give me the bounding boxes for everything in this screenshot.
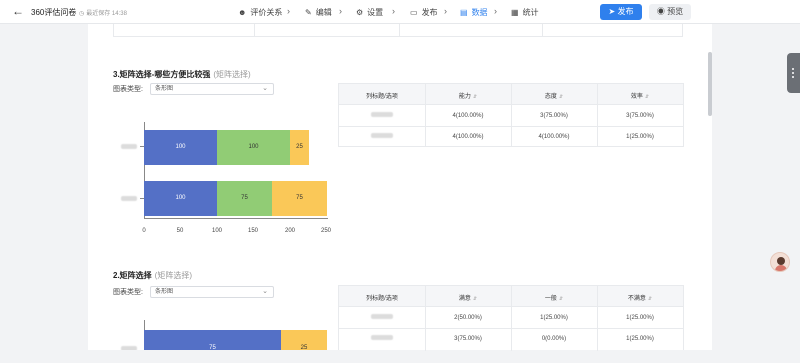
step-publish[interactable]: ▭ 发布 <box>410 7 438 18</box>
x-axis <box>144 218 328 219</box>
x-tick-label: 200 <box>284 228 296 234</box>
x-tick-label: 0 <box>142 228 146 234</box>
scrollbar-thumb[interactable] <box>708 52 712 116</box>
row-label-blurred <box>339 112 425 118</box>
row-label-blurred <box>121 196 137 201</box>
survey-title: 360评估问卷 <box>31 8 77 17</box>
sort-icon: ⇵ <box>472 94 478 100</box>
support-avatar[interactable] <box>770 252 790 272</box>
table-cell: 4(100.00%) <box>538 134 570 140</box>
side-menu-tab[interactable] <box>787 53 800 93</box>
x-tick-label: 250 <box>320 228 332 234</box>
column-header-sortable[interactable]: 效率 ⇵ <box>597 91 683 100</box>
last-saved: ◷ 最近保存 14:38 <box>79 11 127 17</box>
step-stats[interactable]: ▦ 统计 <box>511 7 539 18</box>
bar-segment: 75 <box>272 181 327 216</box>
clock-icon: ◷ <box>79 11 85 17</box>
publish-button[interactable]: ➤ 发布 <box>600 4 642 20</box>
top-bar: ← 360评估问卷 ◷ 最近保存 14:38 ☻ 评价关系 › ✎ 编辑 › ⚙ 设置 … <box>0 0 800 24</box>
row-label-blurred <box>339 314 425 320</box>
bar-segment: 100 <box>144 130 217 165</box>
bar-chart: 75 25 <box>113 318 338 350</box>
chart-type-select[interactable]: 条形图 ⌄ <box>150 83 274 95</box>
bar-segment: 75 <box>144 330 281 350</box>
x-tick-label: 50 <box>176 228 184 234</box>
table-cell: 3(75.00%) <box>540 113 568 119</box>
row-label-blurred <box>121 144 137 149</box>
sort-icon: ⇵ <box>644 94 650 100</box>
sort-icon: ⇵ <box>472 296 478 302</box>
column-header-sortable[interactable]: 态度 ⇵ <box>511 91 597 100</box>
column-header-sortable[interactable]: 满意 ⇵ <box>425 293 511 302</box>
chevron-right-icon: › <box>339 6 342 16</box>
user-icon: ☻ <box>238 8 247 17</box>
table-cell: 4(100.00%) <box>452 134 484 140</box>
row-label-blurred <box>121 346 137 350</box>
x-tick-label: 150 <box>247 228 259 234</box>
table-cell: 4(100.00%) <box>452 113 484 119</box>
table-cell: 3(75.00%) <box>626 113 654 119</box>
table-cell: 1(25.00%) <box>626 134 654 140</box>
sort-icon: ⇵ <box>558 94 564 100</box>
sort-icon: ⇵ <box>558 296 564 302</box>
chevron-right-icon: › <box>392 6 395 16</box>
table-cell: 1(25.00%) <box>626 336 654 342</box>
bar-segment: 100 <box>144 181 217 216</box>
row-label-blurred <box>339 133 425 139</box>
bar-segment: 25 <box>290 130 309 165</box>
more-icon <box>792 68 794 70</box>
chart-type-label: 图表类型: <box>113 289 143 296</box>
step-settings[interactable]: ⚙ 设置 <box>356 7 383 18</box>
bar-segment: 25 <box>281 330 327 350</box>
column-header-sortable[interactable]: 能力 ⇵ <box>425 91 511 100</box>
column-header: 列标题/选项 <box>366 94 398 100</box>
result-table: 列标题/选项 能力 ⇵ 态度 ⇵ 效率 ⇵ 4(100.00%) 3(75.00%) … <box>338 83 684 147</box>
bar-chart: 100 100 25 100 75 75 0 50 100 150 200 25… <box>113 100 338 240</box>
chevron-right-icon: › <box>287 6 290 16</box>
chevron-right-icon: › <box>494 6 497 16</box>
eye-icon: ◉ <box>656 7 665 16</box>
column-header: 列标题/选项 <box>366 296 398 302</box>
question-title: 2.矩阵选择 (矩阵选择) <box>113 271 192 280</box>
step-relations[interactable]: ☻ 评价关系 <box>238 7 282 18</box>
step-edit[interactable]: ✎ 编辑 <box>305 7 332 18</box>
file-icon: ▭ <box>410 8 418 17</box>
back-arrow-icon[interactable]: ← <box>12 4 24 18</box>
edit-icon: ✎ <box>305 8 312 17</box>
sort-icon: ⇵ <box>647 296 653 302</box>
chevron-down-icon: ⌄ <box>262 85 268 92</box>
previous-table-bottom <box>113 24 683 37</box>
table-cell: 0(0.00%) <box>541 336 567 342</box>
gear-icon: ⚙ <box>356 8 364 17</box>
chart-icon: ▦ <box>511 8 519 17</box>
column-header-sortable[interactable]: 一般 ⇵ <box>511 293 597 302</box>
column-header-sortable[interactable]: 不满意 ⇵ <box>597 293 683 302</box>
bar-segment: 75 <box>217 181 272 216</box>
document-icon: ▤ <box>460 8 468 17</box>
chart-type-select[interactable]: 条形图 ⌄ <box>150 286 274 298</box>
table-cell: 1(25.00%) <box>540 315 568 321</box>
result-table: 列标题/选项 满意 ⇵ 一般 ⇵ 不满意 ⇵ 2(50.00%) 1(25.00%) … <box>338 285 684 351</box>
chevron-down-icon: ⌄ <box>262 288 268 295</box>
table-cell: 1(25.00%) <box>626 315 654 321</box>
share-icon: ➤ <box>608 7 616 16</box>
table-cell: 2(50.00%) <box>454 315 482 321</box>
preview-button[interactable]: ◉ 预览 <box>649 4 691 20</box>
bar-segment: 100 <box>217 130 290 165</box>
step-data[interactable]: ▤ 数据 <box>460 7 488 18</box>
x-tick-label: 100 <box>211 228 223 234</box>
chevron-right-icon: › <box>444 6 447 16</box>
chart-type-label: 图表类型: <box>113 86 143 93</box>
question-title: 3.矩阵选择-哪些方便比较强 (矩阵选择) <box>113 70 251 79</box>
table-cell: 3(75.00%) <box>454 336 482 342</box>
row-label-blurred <box>339 335 425 341</box>
